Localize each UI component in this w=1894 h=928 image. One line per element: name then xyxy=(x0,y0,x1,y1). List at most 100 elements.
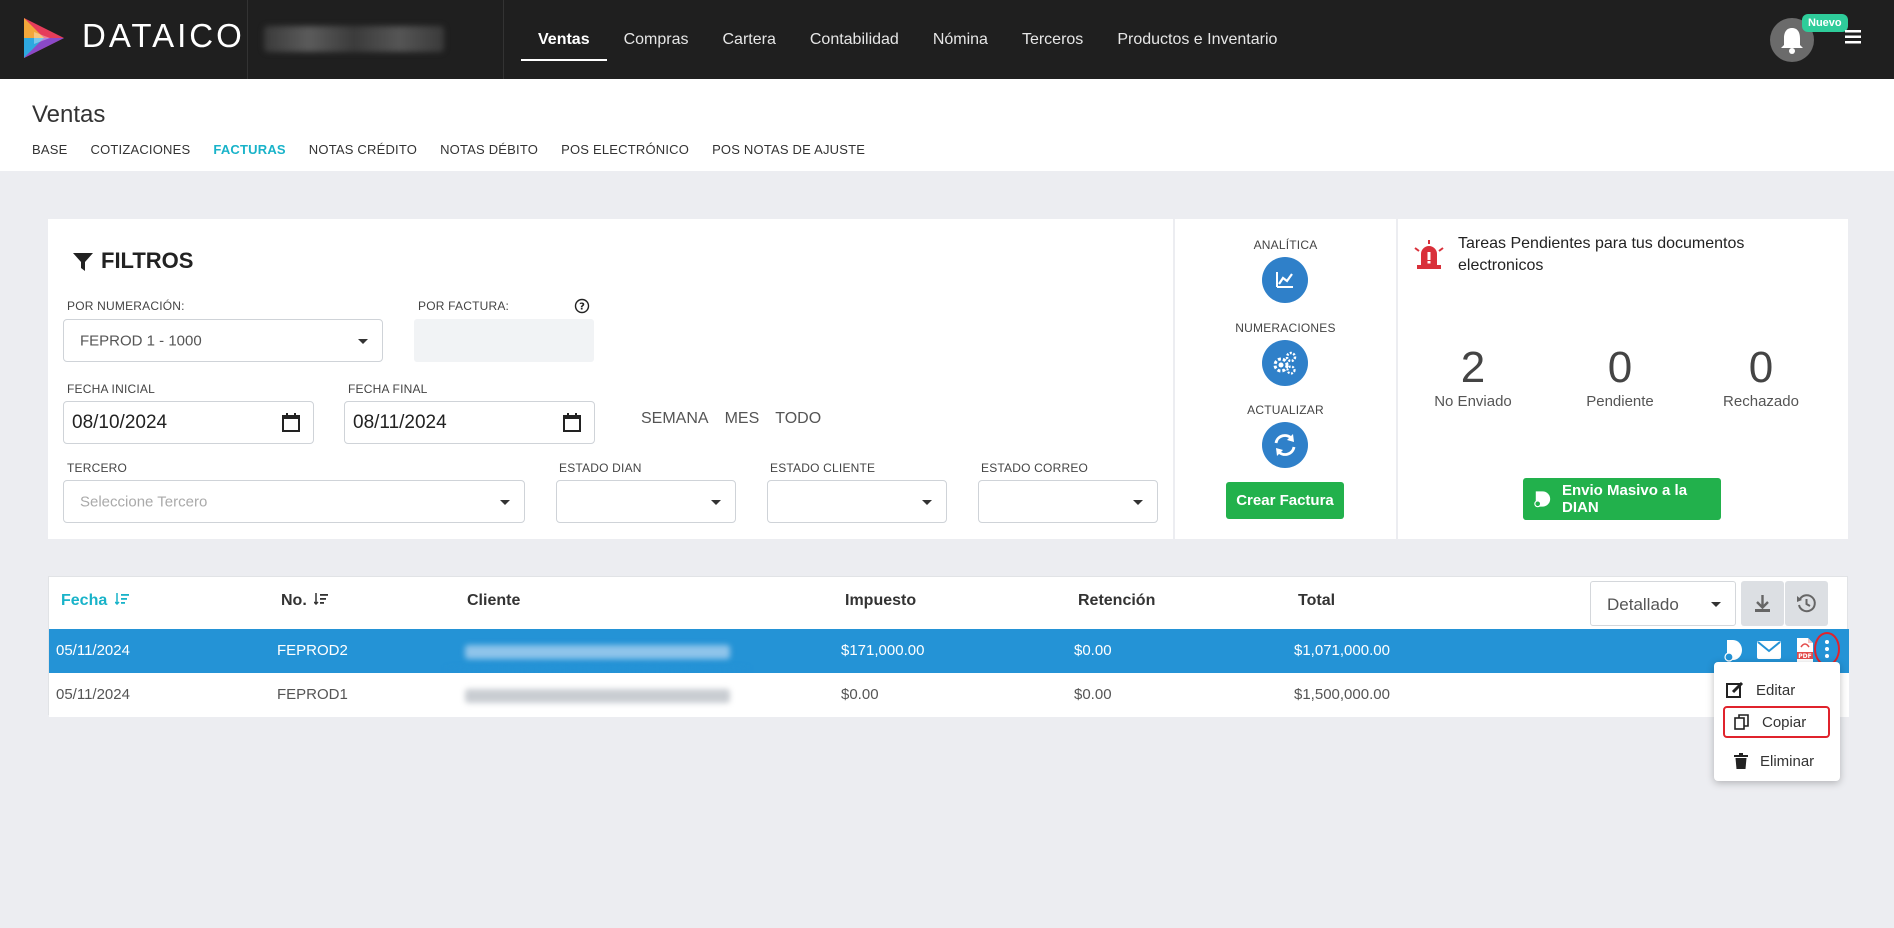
dian-status-icon[interactable] xyxy=(1723,638,1745,664)
factura-label: POR FACTURA: xyxy=(418,299,510,313)
tab-notas-debito[interactable]: NOTAS DÉBITO xyxy=(440,142,538,157)
pending-tasks-panel: Tareas Pendientes para tus documentos el… xyxy=(1398,219,1848,539)
download-icon xyxy=(1755,595,1770,612)
stat-pendiente[interactable]: 0 Pendiente xyxy=(1555,343,1685,411)
page-header: Ventas BASE COTIZACIONES FACTURAS NOTAS … xyxy=(0,79,1894,171)
calendar-icon[interactable] xyxy=(281,413,301,433)
col-total-header[interactable]: Total xyxy=(1298,592,1335,610)
tasks-title: Tareas Pendientes para tus documentos el… xyxy=(1458,235,1745,274)
trash-icon xyxy=(1734,753,1748,769)
row-actions-dropdown: Editar Copiar Eliminar xyxy=(1714,662,1840,781)
section-tabs: BASE COTIZACIONES FACTURAS NOTAS CRÉDITO… xyxy=(32,142,888,157)
tercero-label: TERCERO xyxy=(67,461,128,475)
tab-notas-credito[interactable]: NOTAS CRÉDITO xyxy=(309,142,417,157)
estado-cliente-select[interactable] xyxy=(767,480,947,523)
filter-icon xyxy=(73,253,93,271)
tercero-select[interactable]: Seleccione Tercero xyxy=(63,480,525,523)
numeracion-select[interactable]: FEPROD 1 - 1000 xyxy=(63,319,383,362)
factura-input[interactable] xyxy=(414,319,594,362)
new-badge: Nuevo xyxy=(1802,14,1848,32)
nav-productos-inventario[interactable]: Productos e Inventario xyxy=(1100,0,1294,79)
chevron-down-icon xyxy=(922,499,932,505)
row-impuesto: $171,000.00 xyxy=(841,642,925,659)
actualizar-button[interactable] xyxy=(1262,422,1308,468)
estado-correo-select[interactable] xyxy=(978,480,1158,523)
estado-dian-select[interactable] xyxy=(556,480,736,523)
nav-compras[interactable]: Compras xyxy=(607,0,706,79)
view-mode-select[interactable]: Detallado xyxy=(1590,581,1736,626)
menu-eliminar-label: Eliminar xyxy=(1760,752,1815,770)
download-button[interactable] xyxy=(1741,581,1784,626)
envio-masivo-label: Envio Masivo a la DIAN xyxy=(1562,482,1688,516)
range-semana-link[interactable]: SEMANA xyxy=(641,410,709,428)
tab-cotizaciones[interactable]: COTIZACIONES xyxy=(90,142,190,157)
stat-no-enviado-label: No Enviado xyxy=(1434,393,1512,410)
hamburger-menu-icon[interactable] xyxy=(1845,30,1861,44)
range-mes-link[interactable]: MES xyxy=(725,410,760,428)
row-no: FEPROD2 xyxy=(277,642,348,659)
stat-no-enviado[interactable]: 2 No Enviado xyxy=(1408,345,1538,411)
crear-factura-button[interactable]: Crear Factura xyxy=(1226,482,1344,519)
svg-text:PDF: PDF xyxy=(1798,653,1811,660)
chevron-down-icon xyxy=(500,499,510,505)
stat-rechazado-value: 0 xyxy=(1748,343,1774,392)
chart-line-icon xyxy=(1276,272,1293,288)
col-impuesto-header[interactable]: Impuesto xyxy=(845,592,916,610)
fecha-inicial-input[interactable]: 08/10/2024 xyxy=(63,401,314,444)
nav-nomina[interactable]: Nómina xyxy=(916,0,1005,79)
table-row[interactable]: 05/11/2024 FEPROD2 $171,000.00 $0.00 $1,… xyxy=(49,629,1849,679)
help-icon[interactable]: ? xyxy=(574,298,590,314)
fecha-final-input[interactable]: 08/11/2024 xyxy=(344,401,595,444)
company-name-blurred xyxy=(264,26,444,52)
row-fecha: 05/11/2024 xyxy=(56,686,130,703)
numeraciones-button[interactable] xyxy=(1262,340,1308,386)
stat-pendiente-value: 0 xyxy=(1607,343,1633,392)
numeracion-label: POR NUMERACIÓN: xyxy=(67,299,185,313)
email-icon[interactable] xyxy=(1757,641,1781,659)
col-no-label: No. xyxy=(281,592,307,609)
top-navbar: DATAICO Ventas Compras Cartera Contabili… xyxy=(0,0,1894,79)
pdf-icon[interactable]: PDF xyxy=(1795,637,1815,663)
menu-editar[interactable]: Editar xyxy=(1726,677,1795,703)
row-retencion: $0.00 xyxy=(1074,686,1112,703)
page-title: Ventas xyxy=(32,101,106,128)
kebab-menu-icon xyxy=(1825,640,1829,658)
menu-copiar[interactable]: Copiar xyxy=(1734,709,1806,735)
range-todo-link[interactable]: TODO xyxy=(775,410,821,428)
analitica-button[interactable] xyxy=(1262,257,1308,303)
tab-base[interactable]: BASE xyxy=(32,142,67,157)
stat-rechazado-label: Rechazado xyxy=(1723,393,1799,410)
numeraciones-label: NUMERACIONES xyxy=(1235,321,1336,335)
col-retencion-header[interactable]: Retención xyxy=(1078,592,1155,610)
tab-facturas[interactable]: FACTURAS xyxy=(213,142,285,157)
menu-eliminar[interactable]: Eliminar xyxy=(1734,748,1814,774)
dian-send-icon xyxy=(1534,491,1551,508)
dataico-logo-icon[interactable] xyxy=(20,14,68,62)
row-retencion: $0.00 xyxy=(1074,642,1112,659)
row-no: FEPROD1 xyxy=(277,686,348,703)
col-cliente-header[interactable]: Cliente xyxy=(467,592,520,610)
estado-correo-label: ESTADO CORREO xyxy=(981,461,1089,475)
nav-contabilidad[interactable]: Contabilidad xyxy=(793,0,916,79)
history-button[interactable] xyxy=(1785,581,1828,626)
tab-pos-notas-ajuste[interactable]: POS NOTAS DE AJUSTE xyxy=(712,142,865,157)
fecha-final-value: 08/11/2024 xyxy=(353,411,447,433)
table-row[interactable]: 05/11/2024 FEPROD1 $0.00 $0.00 $1,500,00… xyxy=(49,673,1849,717)
tab-pos-electronico[interactable]: POS ELECTRÓNICO xyxy=(561,142,689,157)
brand-name[interactable]: DATAICO xyxy=(82,17,245,55)
envio-masivo-dian-button[interactable]: Envio Masivo a la DIAN xyxy=(1523,478,1721,520)
row-fecha: 05/11/2024 xyxy=(56,642,130,659)
row-actions-menu-button[interactable] xyxy=(1814,632,1840,666)
nav-ventas[interactable]: Ventas xyxy=(521,0,607,79)
col-no-header[interactable]: No. xyxy=(281,592,329,610)
col-fecha-header[interactable]: Fecha xyxy=(61,592,129,610)
nav-terceros[interactable]: Terceros xyxy=(1005,0,1100,79)
stat-rechazado[interactable]: 0 Rechazado xyxy=(1696,343,1826,411)
nav-cartera[interactable]: Cartera xyxy=(706,0,793,79)
alarm-siren-icon xyxy=(1414,240,1444,269)
row-impuesto: $0.00 xyxy=(841,686,879,703)
calendar-icon[interactable] xyxy=(562,413,582,433)
row-total: $1,500,000.00 xyxy=(1294,686,1390,703)
fecha-inicial-label: FECHA INICIAL xyxy=(67,382,155,396)
fecha-inicial-value: 08/10/2024 xyxy=(72,411,168,433)
